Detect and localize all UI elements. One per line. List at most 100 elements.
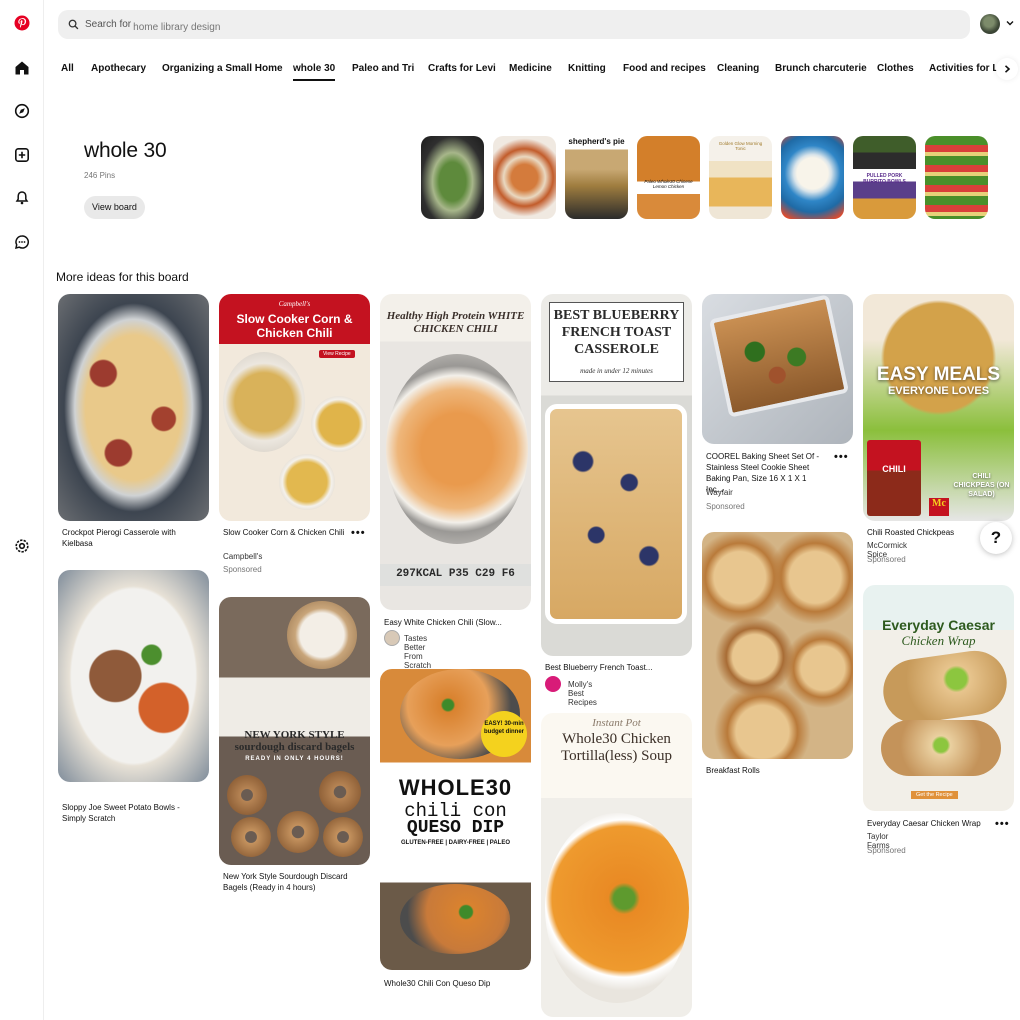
pin-title[interactable]: Crockpot Pierogi Casserole with Kielbasa <box>62 527 192 549</box>
sponsored-label: Sponsored <box>867 555 906 564</box>
board-thumb[interactable] <box>925 136 988 219</box>
tab-crafts[interactable]: Crafts for Levi <box>428 63 496 74</box>
pin-title[interactable]: New York Style Sourdough Discard Bagels … <box>223 871 353 893</box>
sponsored-label: Sponsored <box>867 846 906 855</box>
pin-overlay-text-3: QUESO DIP <box>406 818 505 838</box>
pin-image[interactable]: EASY! 30-min budget dinner WHOLE30 chili… <box>380 669 531 970</box>
pinterest-logo-icon[interactable] <box>12 13 32 33</box>
tabs-next-button[interactable] <box>996 58 1018 80</box>
pin-title[interactable]: Easy White Chicken Chili (Slow... <box>384 617 514 628</box>
pin-image[interactable]: EASY MEALS EVERYONE LOVES CHILI Mc CHILI… <box>863 294 1014 521</box>
pin-source[interactable]: Wayfair <box>706 488 733 497</box>
tab-brunch[interactable]: Brunch charcuterie <box>775 63 867 74</box>
source-avatar[interactable] <box>384 630 400 646</box>
product-package: CHILI <box>867 440 921 516</box>
pin-title[interactable]: Everyday Caesar Chicken Wrap <box>867 818 997 829</box>
pin-image[interactable]: Instant Pot Whole30 Chicken Tortilla(les… <box>541 713 692 1017</box>
search-input[interactable]: home library design <box>133 22 220 33</box>
tab-clothes[interactable]: Clothes <box>877 63 914 74</box>
tab-activities[interactable]: Activities for Le <box>929 63 998 74</box>
pin-overlay-script: Instant Pot <box>592 717 641 729</box>
tab-whole-30[interactable]: whole 30 <box>293 63 336 81</box>
tab-all[interactable]: All <box>61 63 74 74</box>
settings-gear-icon[interactable] <box>12 536 32 556</box>
explore-compass-icon[interactable] <box>12 101 32 121</box>
board-pin-count: 246 Pins <box>84 171 116 180</box>
mccormick-logo: Mc <box>929 498 949 516</box>
sponsored-label: Sponsored <box>223 565 262 574</box>
tab-food-recipes[interactable]: Food and recipes <box>623 63 706 74</box>
pin-image[interactable] <box>58 570 209 782</box>
pin-overlay-text: Slow Cooker Corn & Chicken Chili <box>236 312 353 340</box>
pin-image[interactable]: Everyday Caesar Chicken Wrap Get the Rec… <box>863 585 1014 811</box>
pin-overlay-text: Whole30 Chicken Tortilla(less) Soup <box>560 731 673 764</box>
pin-overlay-text: BEST BLUEBERRY FRENCH TOAST CASSEROLE <box>553 308 680 357</box>
pin-title[interactable]: Breakfast Rolls <box>706 765 836 776</box>
tab-knitting[interactable]: Knitting <box>568 63 606 74</box>
pin-overlay-brand: Campbell's <box>278 300 311 308</box>
pin-overlay-small: CHILI CHICKPEAS (ON SALAD) <box>953 473 1010 498</box>
pin-image[interactable]: Campbell's Slow Cooker Corn & Chicken Ch… <box>219 294 370 521</box>
pin-macros: 297KCAL P35 C29 F6 <box>396 568 515 580</box>
pin-source[interactable]: Campbell's <box>223 552 262 561</box>
board-thumb[interactable]: Paleo Whole30 Chinese Lemon Chicken <box>637 136 700 219</box>
pin-title[interactable]: Sloppy Joe Sweet Potato Bowls - Simply S… <box>62 802 192 824</box>
more-options-icon[interactable]: ••• <box>834 451 849 463</box>
create-plus-icon[interactable] <box>12 145 32 165</box>
more-options-icon[interactable]: ••• <box>351 527 366 539</box>
pin-overlay-sub: EVERYONE LOVES <box>887 385 990 397</box>
messages-chat-icon[interactable] <box>12 232 32 252</box>
tab-medicine[interactable]: Medicine <box>509 63 552 74</box>
avatar[interactable] <box>980 14 1000 34</box>
thumb-label: Golden Glow Morning Tonic <box>718 141 763 151</box>
search-placeholder: Search for <box>85 19 132 30</box>
thumb-label: Paleo Whole30 Chinese Lemon Chicken <box>644 179 693 189</box>
board-thumb[interactable]: PULLED PORK BURRITO BOWLS <box>853 136 916 219</box>
pin-image[interactable]: BEST BLUEBERRY FRENCH TOAST CASSEROLE ma… <box>541 294 692 656</box>
sponsored-label: Sponsored <box>706 502 745 511</box>
pin-image[interactable]: Healthy High Protein WHITE CHICKEN CHILI… <box>380 294 531 610</box>
pin-image[interactable]: NEW YORK STYLE sourdough discard bagels … <box>219 597 370 865</box>
board-thumb[interactable]: Golden Glow Morning Tonic <box>709 136 772 219</box>
home-icon[interactable] <box>12 58 32 78</box>
tab-apothecary[interactable]: Apothecary <box>91 63 146 74</box>
pin-overlay-text: Healthy High Protein WHITE CHICKEN CHILI <box>386 310 525 335</box>
view-recipe-badge: View Recipe <box>319 350 355 358</box>
pin-overlay-sub: Chicken Wrap <box>901 633 976 648</box>
pin-source[interactable]: Molly's Best Recipes <box>568 680 597 707</box>
pin-overlay-text: Everyday Caesar <box>882 617 995 633</box>
board-thumb[interactable]: shepherd's pie <box>565 136 628 219</box>
pin-overlay-sub: READY IN ONLY 4 HOURS! <box>245 756 344 762</box>
thumb-label: PULLED PORK BURRITO BOWLS <box>863 173 906 185</box>
pin-badge: EASY! 30-min budget dinner <box>481 711 527 757</box>
chevron-down-icon[interactable] <box>1005 18 1015 28</box>
pin-overlay-text: WHOLE30 <box>398 775 513 800</box>
pin-title[interactable]: Chili Roasted Chickpeas <box>867 527 997 538</box>
pin-title[interactable]: Whole30 Chili Con Queso Dip <box>384 978 514 989</box>
tab-organizing[interactable]: Organizing a Small Home <box>162 63 283 74</box>
left-rail <box>0 0 44 1020</box>
tab-paleo[interactable]: Paleo and Tri <box>352 63 414 74</box>
search-icon <box>68 19 79 30</box>
pin-title[interactable]: Best Blueberry French Toast... <box>545 662 675 673</box>
pin-image[interactable] <box>702 532 853 759</box>
notifications-bell-icon[interactable] <box>12 188 32 208</box>
help-button[interactable]: ? <box>980 522 1012 554</box>
section-title: More ideas for this board <box>56 270 189 284</box>
pin-overlay-sub: GLUTEN-FREE | DAIRY-FREE | PALEO <box>400 840 511 846</box>
search-bar[interactable]: Search for home library design <box>58 10 970 39</box>
board-thumb[interactable] <box>493 136 556 219</box>
board-title: whole 30 <box>84 139 167 162</box>
pin-image[interactable] <box>702 294 853 444</box>
tab-cleaning[interactable]: Cleaning <box>717 63 759 74</box>
pin-image[interactable] <box>58 294 209 521</box>
pin-title[interactable]: Slow Cooker Corn & Chicken Chili <box>223 527 353 538</box>
board-thumb[interactable] <box>421 136 484 219</box>
more-options-icon[interactable]: ••• <box>995 818 1010 830</box>
source-avatar[interactable] <box>545 676 561 692</box>
package-label: CHILI <box>882 464 906 474</box>
board-tabs: All Apothecary Organizing a Small Home w… <box>58 58 998 82</box>
board-thumb[interactable] <box>781 136 844 219</box>
view-board-button[interactable]: View board <box>84 196 145 219</box>
chevron-right-icon <box>1004 65 1011 73</box>
